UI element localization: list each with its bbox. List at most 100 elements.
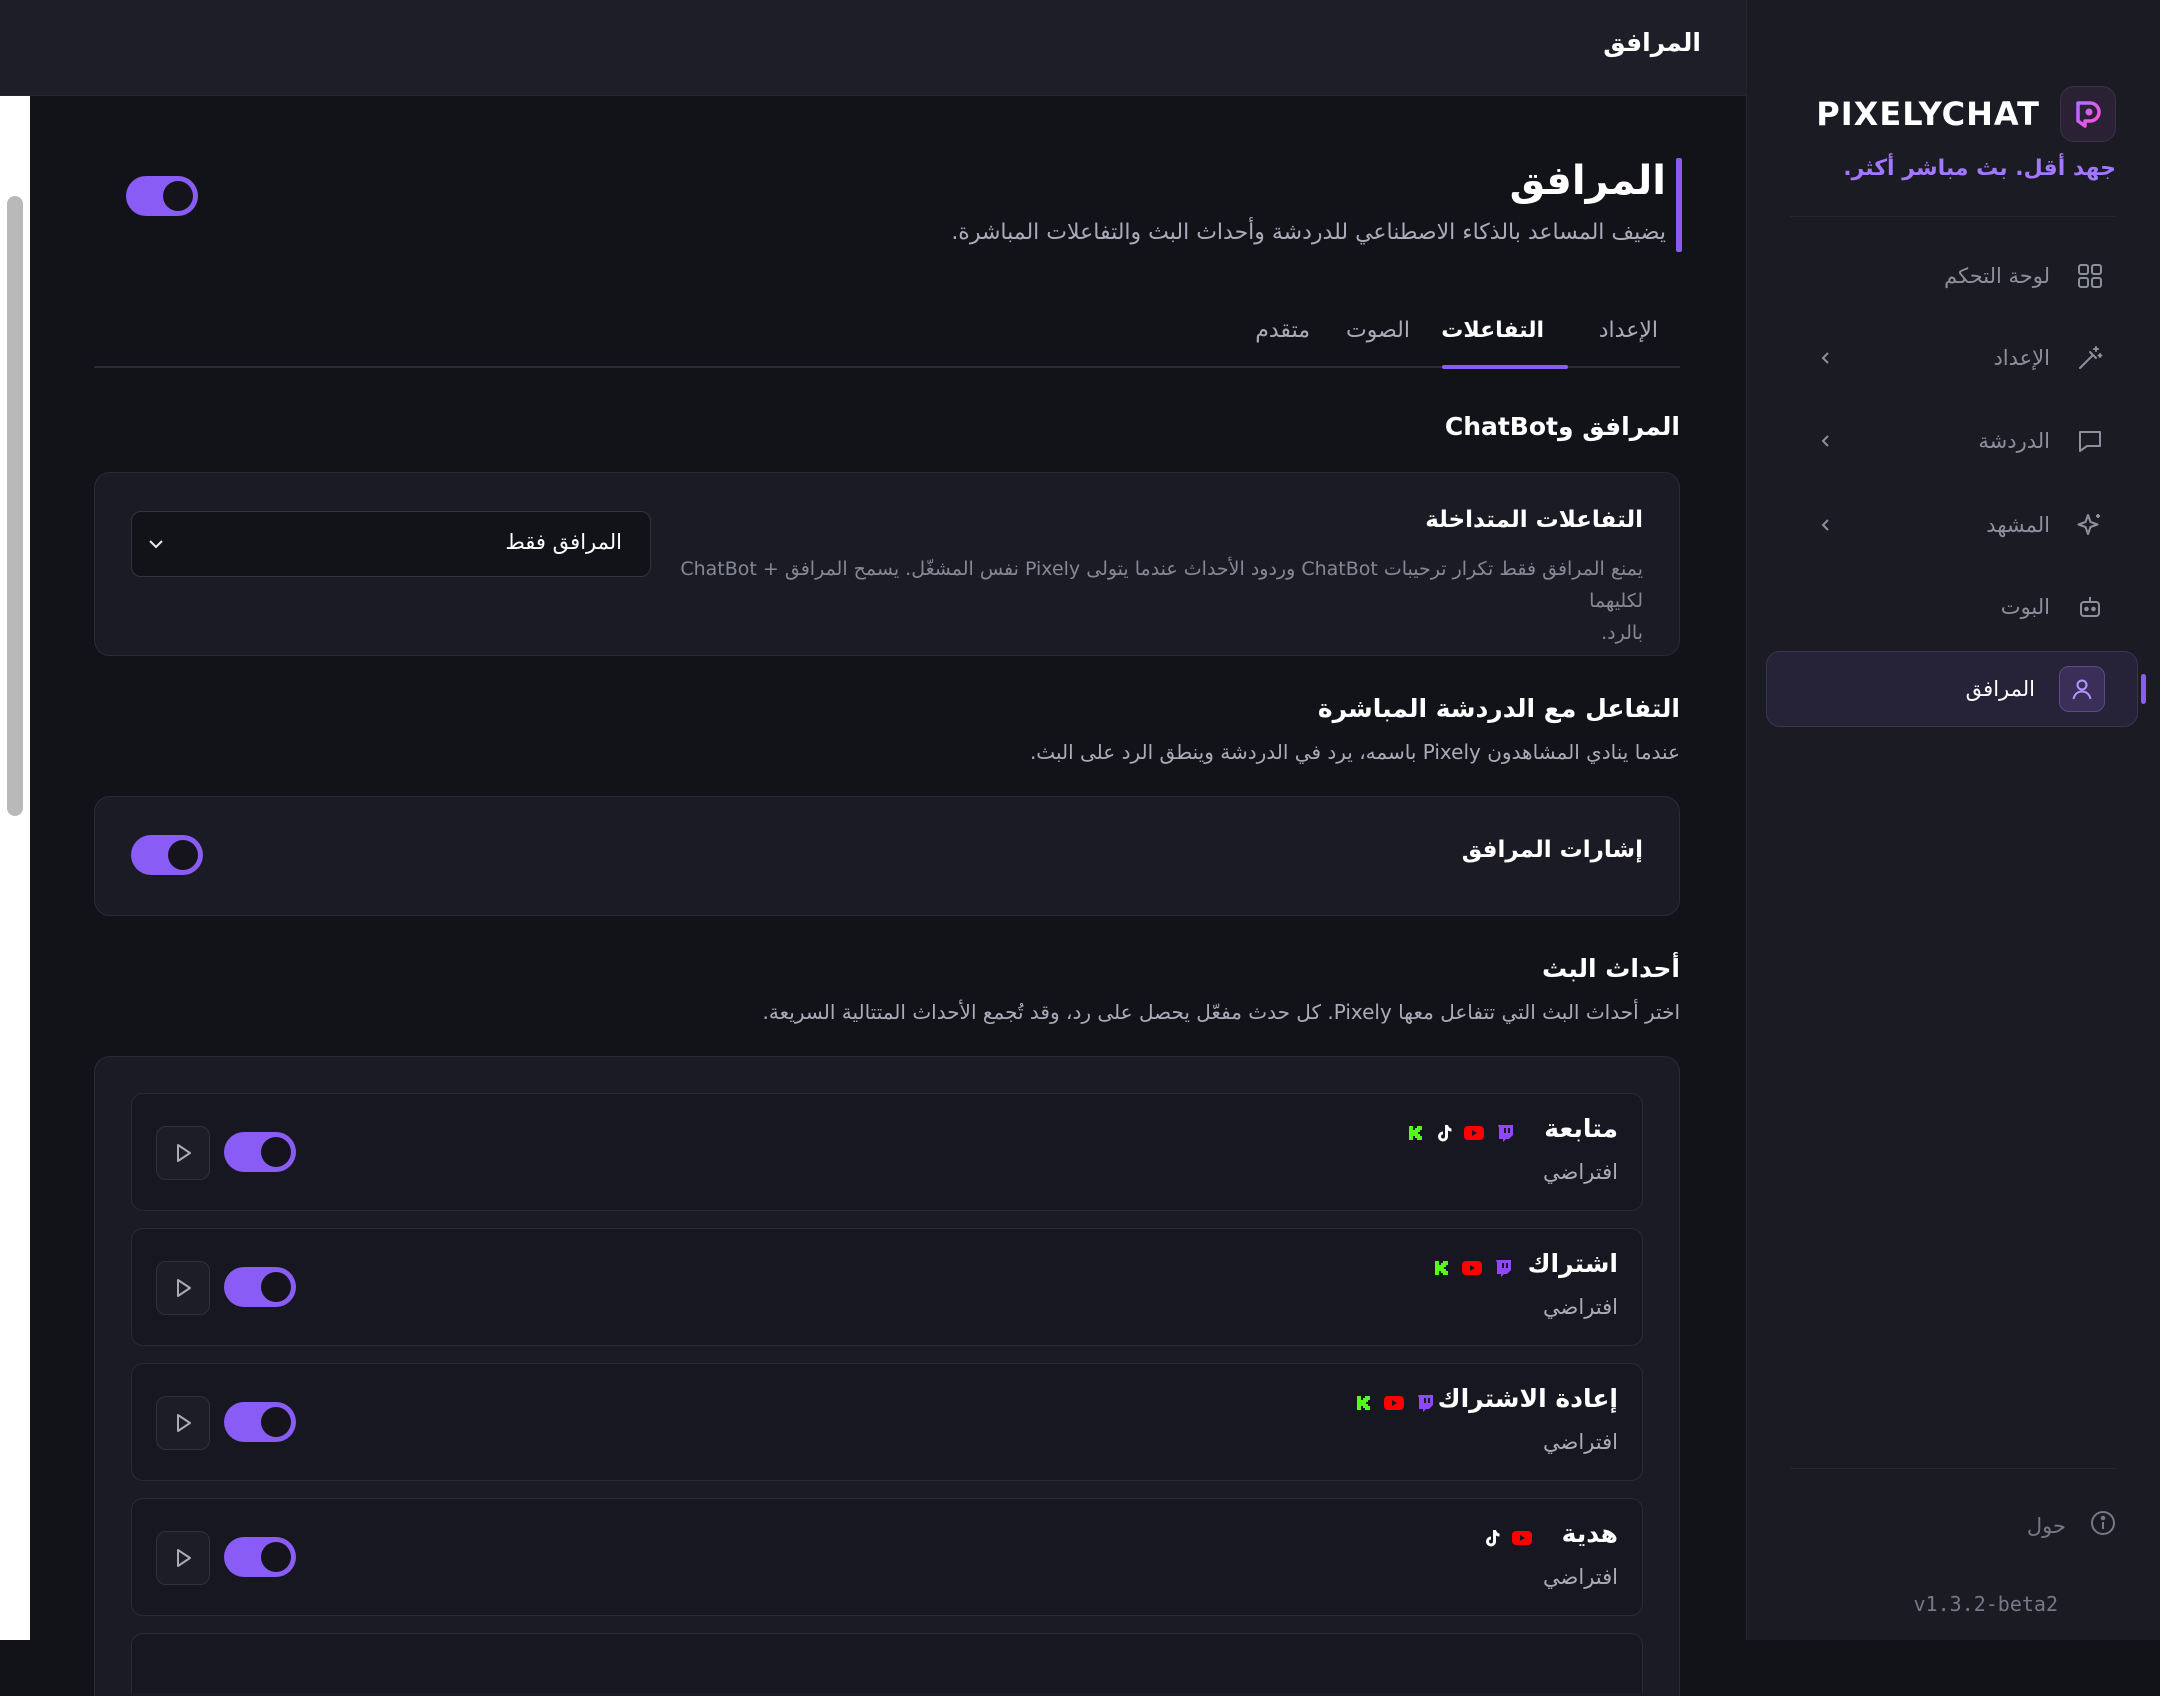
- section-title-companion-chatbot: المرافق وChatBot: [1444, 412, 1680, 441]
- section-title-live-chat: التفاعل مع الدردشة المباشرة: [1317, 694, 1680, 723]
- tab-advanced[interactable]: متقدم: [1255, 318, 1310, 366]
- event-subtitle: افتراضي: [1543, 1160, 1618, 1184]
- event-toggle[interactable]: [224, 1132, 296, 1172]
- youtube-icon: [1512, 1530, 1532, 1550]
- youtube-icon: [1384, 1395, 1404, 1415]
- user-icon: [2059, 666, 2105, 712]
- sidebar-item-label: الإعداد: [1993, 346, 2050, 370]
- brand-name: PIXELYCHAT: [1816, 95, 2040, 133]
- youtube-icon: [1464, 1125, 1484, 1145]
- sidebar-divider: [1790, 1468, 2116, 1469]
- event-subtitle: افتراضي: [1543, 1295, 1618, 1319]
- kick-icon: [1434, 1260, 1450, 1280]
- overlap-mode-select[interactable]: المرافق فقط: [131, 511, 651, 577]
- platform-icons: [1356, 1394, 1434, 1416]
- topbar-title: المرافق: [1603, 28, 1701, 57]
- sidebar-item-setup[interactable]: الإعداد: [1766, 322, 2138, 394]
- kick-icon: [1356, 1395, 1372, 1415]
- scrollbar-thumb[interactable]: [7, 196, 23, 816]
- event-toggle[interactable]: [224, 1267, 296, 1307]
- about-label: حول: [2026, 1513, 2066, 1538]
- overlap-card: التفاعلات المتداخلة يمنع المرافق فقط تكر…: [94, 472, 1680, 656]
- sidebar-item-label: المشهد: [1986, 513, 2050, 537]
- active-tab-underline: [1442, 365, 1568, 369]
- section-subtitle-live-chat: عندما ينادي المشاهدون Pixely باسمه، يرد …: [1029, 740, 1680, 764]
- stream-events-card: متابعة افتراضي اشتراك افتراضي إعادة الاش…: [94, 1056, 1680, 1696]
- sidebar-item-label: البوت: [2000, 595, 2050, 619]
- pixely-logo-icon: [2060, 86, 2116, 142]
- mentions-card: إشارات المرافق: [94, 796, 1680, 916]
- sparkle-icon: [2074, 509, 2106, 541]
- platform-icons: [1408, 1124, 1514, 1146]
- scrollbar-track[interactable]: [0, 96, 30, 1640]
- wand-icon: [2074, 342, 2106, 374]
- top-bar: المرافق: [0, 0, 1746, 96]
- test-event-button[interactable]: [156, 1531, 210, 1585]
- tab-bar: الإعداد التفاعلات الصوت متقدم: [94, 310, 1680, 369]
- section-title-stream-events: أحداث البث: [1541, 954, 1680, 983]
- play-icon: [177, 1549, 191, 1567]
- event-name: متابعة: [1544, 1114, 1618, 1143]
- tiktok-icon: [1484, 1529, 1500, 1551]
- platform-icons: [1484, 1529, 1532, 1551]
- sidebar-item-label: الدردشة: [1978, 429, 2050, 453]
- event-name: إعادة الاشتراك: [1437, 1384, 1618, 1413]
- mentions-toggle[interactable]: [131, 835, 203, 875]
- tab-interactions[interactable]: التفاعلات: [1441, 318, 1544, 366]
- overlap-desc-line: بالرد.: [1601, 622, 1643, 644]
- play-icon: [177, 1279, 191, 1297]
- event-row-follow: متابعة افتراضي: [131, 1093, 1643, 1211]
- chevron-left-icon: [1812, 427, 1840, 455]
- twitch-icon: [1494, 1259, 1512, 1281]
- sidebar-item-companion[interactable]: المرافق: [1766, 651, 2138, 727]
- sidebar-item-bot[interactable]: البوت: [1766, 571, 2138, 643]
- chevron-left-icon: [1812, 511, 1840, 539]
- overlap-title: التفاعلات المتداخلة: [1425, 507, 1643, 533]
- event-toggle[interactable]: [224, 1537, 296, 1577]
- twitch-icon: [1416, 1394, 1434, 1416]
- tab-audio[interactable]: الصوت: [1346, 318, 1410, 366]
- event-row-gift: هدية افتراضي: [131, 1498, 1643, 1616]
- test-event-button[interactable]: [156, 1261, 210, 1315]
- select-value: المرافق فقط: [505, 530, 622, 554]
- event-subtitle: افتراضي: [1543, 1430, 1618, 1454]
- sidebar-item-scene[interactable]: المشهد: [1766, 489, 2138, 561]
- event-subtitle: افتراضي: [1543, 1565, 1618, 1589]
- tab-setup[interactable]: الإعداد: [1599, 318, 1658, 366]
- sidebar-item-dashboard[interactable]: لوحة التحكم: [1766, 240, 2138, 312]
- play-icon: [177, 1144, 191, 1162]
- event-row-resubscription: إعادة الاشتراك افتراضي: [131, 1363, 1643, 1481]
- message-icon: [2074, 425, 2106, 457]
- test-event-button[interactable]: [156, 1126, 210, 1180]
- chevron-down-icon: [144, 532, 168, 556]
- sidebar-item-chat[interactable]: الدردشة: [1766, 405, 2138, 477]
- page-subtitle: يضيف المساعد بالذكاء الاصطناعي للدردشة و…: [951, 220, 1666, 245]
- event-toggle[interactable]: [224, 1402, 296, 1442]
- youtube-icon: [1462, 1260, 1482, 1280]
- overlap-desc-line: يمنع المرافق فقط تكرار ترحيبات ChatBot و…: [680, 558, 1643, 612]
- event-row-next: [131, 1633, 1643, 1693]
- kick-icon: [1408, 1125, 1424, 1145]
- event-name: هدية: [1561, 1519, 1618, 1548]
- grid-icon: [2074, 260, 2106, 292]
- info-icon: [2090, 1510, 2116, 1541]
- about-link[interactable]: حول: [2027, 1510, 2116, 1541]
- tiktok-icon: [1436, 1124, 1452, 1146]
- sidebar-item-label: لوحة التحكم: [1944, 264, 2050, 288]
- brand[interactable]: PIXELYCHAT: [1816, 86, 2116, 142]
- twitch-icon: [1496, 1124, 1514, 1146]
- title-accent-bar: [1676, 158, 1682, 252]
- sidebar-item-label: المرافق: [1965, 677, 2035, 701]
- overlap-description: يمنع المرافق فقط تكرار ترحيبات ChatBot و…: [653, 553, 1643, 649]
- bot-icon: [2074, 591, 2106, 623]
- platform-icons: [1434, 1259, 1512, 1281]
- section-subtitle-stream-events: اختر أحداث البث التي تتفاعل معها Pixely.…: [762, 1000, 1680, 1024]
- chevron-left-icon: [1812, 344, 1840, 372]
- play-icon: [177, 1414, 191, 1432]
- test-event-button[interactable]: [156, 1396, 210, 1450]
- sidebar-divider: [1790, 216, 2116, 217]
- tab-label: التفاعلات: [1441, 318, 1544, 343]
- brand-tagline: جهد أقل. بث مباشر أكثر.: [1843, 156, 2116, 181]
- mentions-label: إشارات المرافق: [1461, 837, 1643, 863]
- companion-master-toggle[interactable]: [126, 176, 198, 216]
